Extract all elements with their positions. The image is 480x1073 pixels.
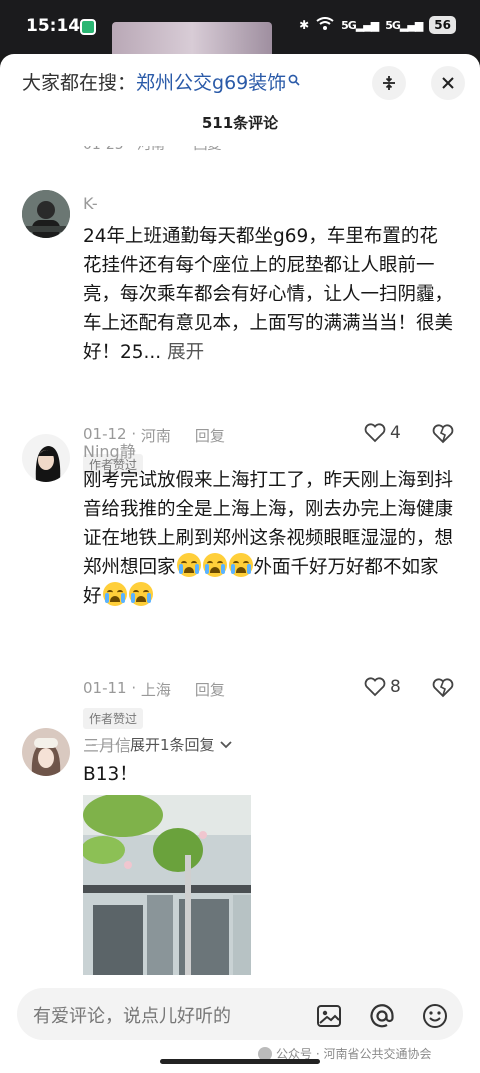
video-background-peek [112, 22, 272, 54]
avatar[interactable] [22, 434, 70, 482]
collapse-button[interactable] [372, 66, 406, 100]
like-count: 8 [390, 677, 401, 697]
chevron-down-icon [219, 740, 232, 748]
like-button[interactable]: 4 [364, 423, 401, 443]
comment-text: 24年上班通勤每天都坐g69，车里布置的花花挂件还有每个座位上的屁垫都让人眼前一… [83, 226, 454, 363]
status-icons: ✱ 5G▂▄▆ 5G▂▄▆ 56 [299, 16, 456, 34]
search-icon [288, 74, 300, 90]
mention-button[interactable] [368, 1002, 396, 1030]
crying-emoji-icon [102, 582, 127, 606]
previous-comment-meta: 01-25 · 河南 回复 ♡ 5 [83, 146, 463, 156]
username[interactable]: 三月信 [83, 732, 131, 756]
comment-location: 上海 [140, 681, 171, 699]
prev-location: 河南 [137, 146, 165, 153]
crying-emoji-icon [176, 553, 201, 577]
prev-reply-button[interactable]: 回复 [194, 146, 222, 153]
at-icon [370, 1004, 394, 1028]
comment-text: 刚考完试放假来上海打工了，昨天刚上海到抖音给我推的全是上海上海，刚去办完上海健康… [83, 470, 454, 607]
home-indicator[interactable] [160, 1059, 320, 1064]
prev-likes[interactable]: ♡ 5 [364, 146, 390, 150]
expand-text-button[interactable]: 展开 [167, 342, 204, 363]
bluetooth-icon: ✱ [299, 18, 310, 32]
heart-icon [364, 677, 386, 697]
username[interactable]: K- [83, 194, 98, 213]
image-button[interactable] [315, 1002, 343, 1030]
broken-heart-icon [432, 424, 454, 444]
signal-icon-2: 5G▂▄▆ [385, 18, 423, 32]
comment-image[interactable] [83, 795, 251, 975]
comment-location: 河南 [140, 427, 171, 445]
image-icon [317, 1005, 341, 1027]
crying-emoji-icon [202, 553, 227, 577]
avatar[interactable] [22, 190, 70, 238]
avatar[interactable] [22, 728, 70, 776]
comment-input[interactable]: 有爱评论，说点儿好听的 [17, 988, 463, 1040]
wifi-icon [316, 16, 334, 34]
comment-count: 511条评论 [201, 114, 279, 132]
heart-icon [364, 423, 386, 443]
comment-date: 01-11 [83, 679, 127, 697]
reply-button[interactable]: 回复 [195, 425, 225, 446]
dislike-button[interactable] [432, 678, 454, 702]
collapse-icon [383, 76, 395, 90]
crying-emoji-icon [228, 553, 253, 577]
like-button[interactable]: 8 [364, 677, 401, 697]
close-button[interactable] [431, 66, 465, 100]
crying-emoji-icon [128, 582, 153, 606]
search-keyword-link[interactable]: 郑州公交g69装饰 [136, 68, 286, 95]
comment-input-bar: 有爱评论，说点儿好听的 公众号 · 河南省公共交通协会 [0, 976, 480, 1073]
status-time: 15:14 [26, 16, 81, 36]
wechat-notification-icon [80, 19, 96, 35]
like-count: 4 [390, 423, 401, 443]
prev-date: 01-25 [83, 146, 124, 153]
comments-sheet: 大家都在搜： 郑州公交g69装饰 511条评论 01-25 · 河南 回复 ♡ … [0, 54, 480, 1073]
comment-meta: 01-11 · 上海 回复 [83, 679, 225, 700]
author-liked-badge: 作者赞过 [83, 708, 144, 729]
close-icon [442, 77, 454, 89]
username[interactable]: Ning静 [83, 438, 136, 462]
search-prefix: 大家都在搜： [22, 72, 137, 94]
input-placeholder: 有爱评论，说点儿好听的 [33, 1006, 231, 1027]
dislike-button[interactable] [432, 424, 454, 448]
broken-heart-icon [432, 678, 454, 698]
status-bar: 15:14 ✱ 5G▂▄▆ 5G▂▄▆ 56 [0, 0, 480, 54]
emoji-button[interactable] [421, 1002, 449, 1030]
comment-text: B13！ [83, 764, 138, 785]
battery-icon: 56 [429, 16, 456, 34]
smiley-icon [423, 1004, 447, 1028]
reply-button[interactable]: 回复 [195, 679, 225, 700]
search-suggestion[interactable]: 大家都在搜： 郑州公交g69装饰 [22, 68, 300, 95]
signal-icon-1: 5G▂▄▆ [341, 18, 379, 32]
